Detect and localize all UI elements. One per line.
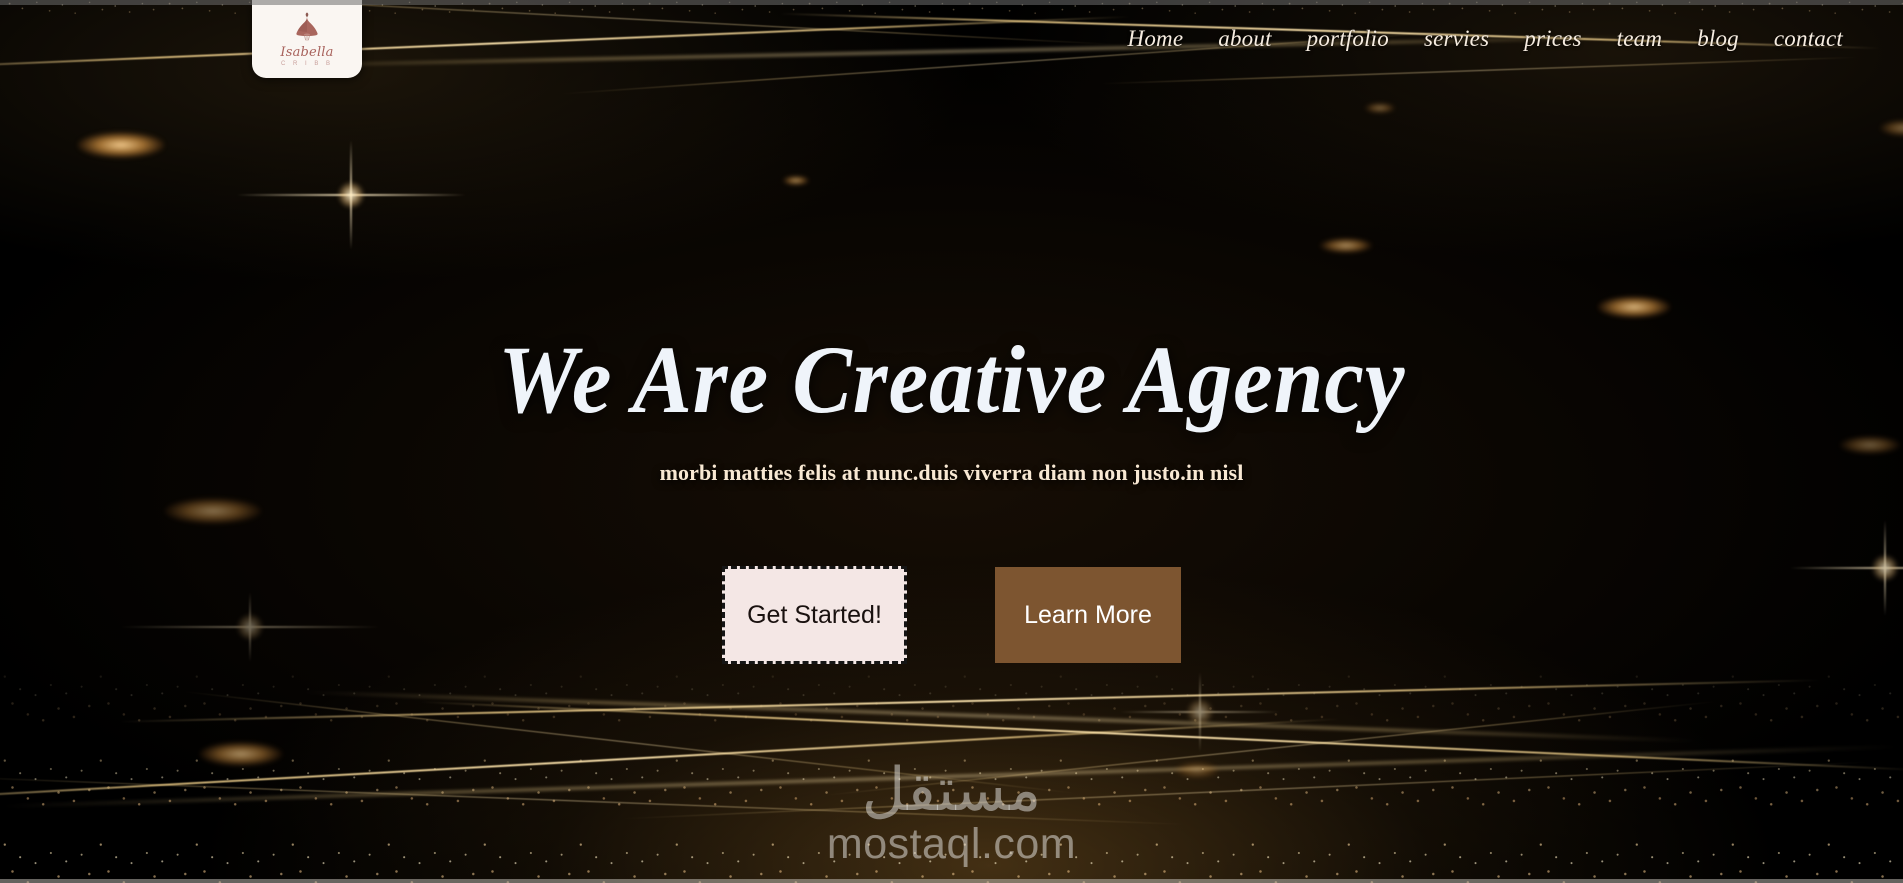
main-navigation: Home about portfolio servies prices team… bbox=[1128, 26, 1843, 52]
dress-icon bbox=[296, 12, 318, 41]
hero-subheadline: morbi matties felis at nunc.duis viverra… bbox=[659, 460, 1244, 485]
get-started-button[interactable]: Get Started! bbox=[722, 566, 907, 664]
hero-cta-row: Get Started! Learn More bbox=[722, 566, 1181, 664]
nav-item-prices[interactable]: prices bbox=[1524, 26, 1581, 52]
nav-item-about[interactable]: about bbox=[1218, 26, 1271, 52]
site-header: Isabella C R I B B Home about portfolio … bbox=[0, 0, 1903, 82]
nav-item-blog[interactable]: blog bbox=[1697, 26, 1739, 52]
nav-item-contact[interactable]: contact bbox=[1774, 26, 1843, 52]
nav-item-servies[interactable]: servies bbox=[1424, 26, 1489, 52]
hero-content: We Are Creative Agency morbi matties fel… bbox=[0, 0, 1903, 883]
learn-more-button[interactable]: Learn More bbox=[995, 567, 1181, 663]
hero-headline: We Are Creative Agency bbox=[497, 326, 1406, 433]
brand-logo[interactable]: Isabella C R I B B bbox=[252, 0, 362, 78]
nav-item-team[interactable]: team bbox=[1617, 26, 1663, 52]
logo-name: Isabella bbox=[280, 45, 334, 60]
nav-item-portfolio[interactable]: portfolio bbox=[1307, 26, 1389, 52]
logo-subtitle: C R I B B bbox=[280, 61, 333, 67]
nav-item-home[interactable]: Home bbox=[1128, 26, 1184, 52]
page-top-edge bbox=[0, 0, 1903, 5]
page-bottom-edge bbox=[0, 879, 1903, 883]
hero-section: Isabella C R I B B Home about portfolio … bbox=[0, 0, 1903, 883]
